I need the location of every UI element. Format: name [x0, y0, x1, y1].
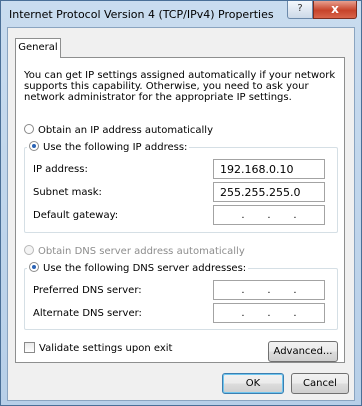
advanced-button[interactable]: Advanced...: [268, 341, 338, 362]
use-following-ip-label: Use the following IP address:: [43, 142, 188, 153]
description-text: You can get IP settings assigned automat…: [24, 70, 336, 103]
radio-icon: [24, 124, 34, 134]
radio-checked-icon: [29, 262, 39, 272]
ok-button[interactable]: OK: [222, 373, 284, 394]
obtain-ip-auto-radio[interactable]: Obtain an IP address automatically: [24, 124, 213, 136]
obtain-dns-auto-label: Obtain DNS server address automatically: [38, 246, 245, 257]
ip-octet-separators: ...: [241, 285, 297, 296]
preferred-dns-label: Preferred DNS server:: [33, 285, 142, 296]
ip-octet-separators: ...: [241, 308, 297, 319]
use-following-dns-label: Use the following DNS server addresses:: [43, 263, 247, 274]
ip-address-label: IP address:: [33, 164, 88, 175]
default-gateway-input[interactable]: ...: [213, 205, 325, 225]
help-icon: ?: [297, 3, 303, 14]
alternate-dns-label: Alternate DNS server:: [33, 308, 142, 319]
close-icon: x: [331, 2, 339, 16]
ip-address-group: Use the following IP address: IP address…: [24, 141, 338, 233]
use-following-dns-radio[interactable]: Use the following DNS server addresses:: [27, 262, 249, 274]
use-following-ip-radio[interactable]: Use the following IP address:: [27, 141, 190, 153]
subnet-mask-label: Subnet mask:: [33, 187, 102, 198]
validate-settings-label: Validate settings upon exit: [39, 343, 173, 354]
ip-address-input[interactable]: 192.168.0.10: [213, 159, 325, 179]
tab-general-label: General: [18, 42, 58, 53]
obtain-dns-auto-radio[interactable]: Obtain DNS server address automatically: [24, 245, 245, 257]
subnet-mask-value: 255.255.255.0: [220, 186, 301, 199]
cancel-button[interactable]: Cancel: [291, 373, 349, 394]
close-button[interactable]: x: [313, 1, 357, 19]
checkbox-icon: [24, 342, 35, 353]
window-title: Internet Protocol Version 4 (TCP/IPv4) P…: [9, 8, 274, 21]
dns-server-group: Use the following DNS server addresses: …: [24, 262, 338, 330]
dialog-body: General You can get IP settings assigned…: [7, 27, 355, 401]
validate-settings-checkbox[interactable]: Validate settings upon exit: [24, 342, 172, 354]
obtain-ip-auto-label: Obtain an IP address automatically: [38, 125, 214, 136]
radio-icon: [24, 245, 34, 255]
ip-address-value: 192.168.0.10: [220, 163, 294, 176]
title-bar[interactable]: Internet Protocol Version 4 (TCP/IPv4) P…: [1, 1, 361, 27]
subnet-mask-input[interactable]: 255.255.255.0: [213, 182, 325, 202]
general-tab-panel: You can get IP settings assigned automat…: [15, 57, 345, 363]
properties-dialog: Internet Protocol Version 4 (TCP/IPv4) P…: [0, 0, 362, 406]
tab-general[interactable]: General: [15, 38, 61, 58]
ip-octet-separators: ...: [241, 210, 297, 221]
radio-checked-icon: [29, 141, 39, 151]
alternate-dns-input[interactable]: ...: [213, 303, 325, 323]
help-button[interactable]: ?: [287, 1, 313, 19]
default-gateway-label: Default gateway:: [33, 210, 119, 221]
preferred-dns-input[interactable]: ...: [213, 280, 325, 300]
